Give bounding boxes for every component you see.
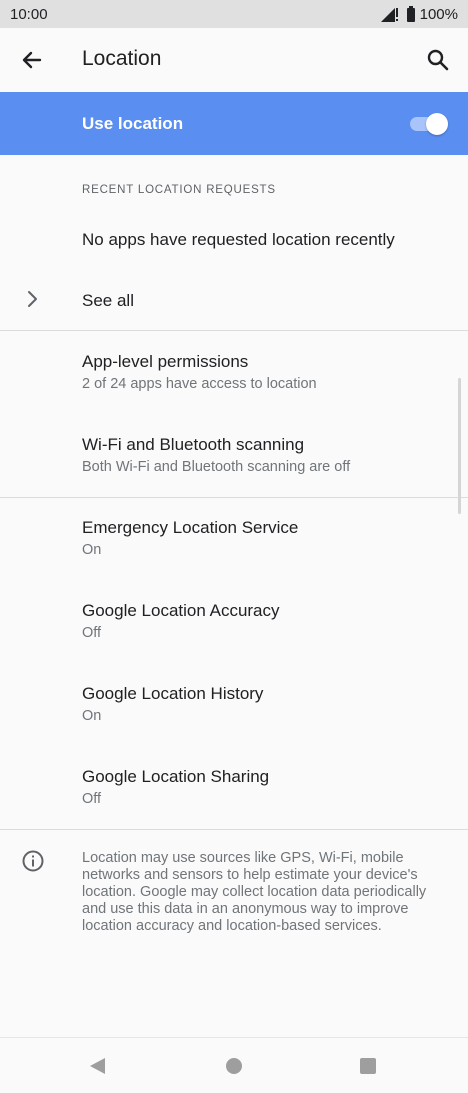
google-location-sharing-item[interactable]: Google Location Sharing Off <box>82 767 452 807</box>
location-info-text: Location may use sources like GPS, Wi-Fi… <box>82 850 427 934</box>
recent-requests-header: RECENT LOCATION REQUESTS <box>82 184 276 196</box>
use-location-toggle[interactable] <box>410 112 448 136</box>
nav-home-icon[interactable] <box>226 1058 242 1074</box>
back-arrow-icon[interactable] <box>18 46 46 74</box>
signal-icon <box>380 7 398 22</box>
use-location-row[interactable]: Use location <box>0 92 468 155</box>
item-subtitle: On <box>82 708 102 724</box>
use-location-label: Use location <box>82 114 184 133</box>
item-title: Wi-Fi and Bluetooth scanning <box>82 435 305 454</box>
app-bar: Location <box>0 28 468 92</box>
item-subtitle: 2 of 24 apps have access to location <box>82 376 317 392</box>
item-subtitle: Off <box>82 625 102 641</box>
item-title: App-level permissions <box>82 352 249 371</box>
item-subtitle: Off <box>82 791 102 807</box>
navigation-bar <box>0 1037 468 1093</box>
chevron-right-icon <box>28 291 37 307</box>
nav-recents-icon[interactable] <box>360 1058 376 1074</box>
see-all-button[interactable]: See all <box>82 291 134 311</box>
google-location-history-item[interactable]: Google Location History On <box>82 684 452 724</box>
item-title: Google Location History <box>82 684 264 703</box>
battery-percent: 100% <box>419 6 458 23</box>
item-title: Google Location Accuracy <box>82 601 280 620</box>
info-icon <box>22 850 44 872</box>
emergency-location-service-item[interactable]: Emergency Location Service On <box>82 518 452 558</box>
status-time: 10:00 <box>10 6 48 23</box>
app-level-permissions-item[interactable]: App-level permissions 2 of 24 apps have … <box>82 352 452 392</box>
item-subtitle: On <box>82 542 102 558</box>
divider <box>0 330 468 331</box>
status-bar: 10:00 100% <box>0 0 468 28</box>
nav-back-icon[interactable] <box>88 1056 108 1076</box>
scrollbar[interactable] <box>458 378 461 514</box>
item-title: Google Location Sharing <box>82 767 270 786</box>
no-recent-requests-text: No apps have requested location recently <box>82 230 395 249</box>
battery-icon <box>406 5 415 22</box>
toggle-thumb <box>426 113 448 135</box>
item-title: Emergency Location Service <box>82 518 299 537</box>
divider <box>0 497 468 498</box>
divider <box>0 829 468 830</box>
search-icon[interactable] <box>424 46 452 74</box>
page-title: Location <box>82 47 162 70</box>
google-location-accuracy-item[interactable]: Google Location Accuracy Off <box>82 601 452 641</box>
wifi-bluetooth-scanning-item[interactable]: Wi-Fi and Bluetooth scanning Both Wi-Fi … <box>82 435 452 475</box>
status-right: 100% <box>380 5 458 23</box>
item-subtitle: Both Wi-Fi and Bluetooth scanning are of… <box>82 459 351 475</box>
